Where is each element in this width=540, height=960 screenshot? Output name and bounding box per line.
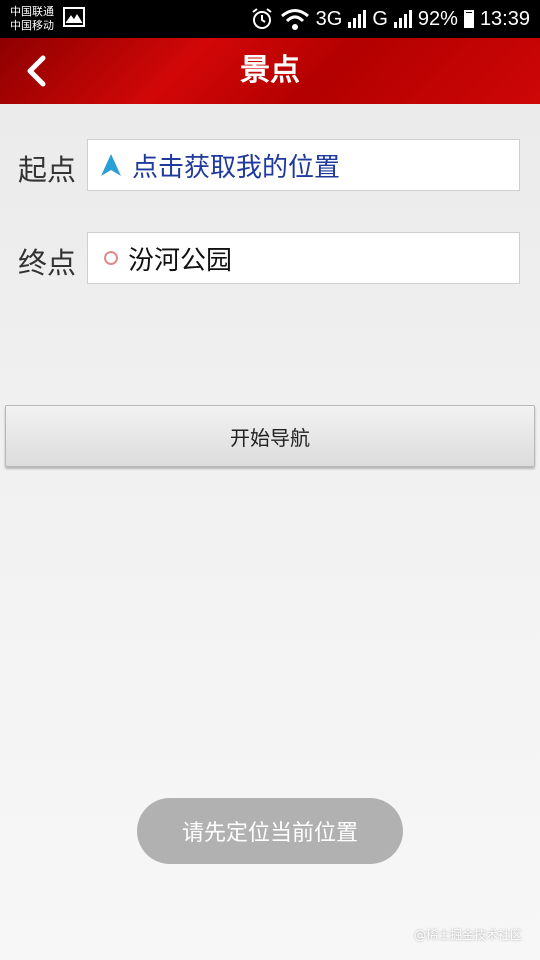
destination-field[interactable]: 汾河公园 (87, 232, 520, 284)
alarm-icon (252, 8, 272, 29)
circle-marker-icon (104, 251, 118, 265)
end-label: 终点 (18, 246, 77, 280)
carrier-info: 中国联通 中国移动 (10, 5, 54, 33)
start-location-value: 点击获取我的位置 (132, 152, 341, 183)
page-title: 景点 (240, 53, 300, 88)
watermark: @稀土掘金技术社区 (413, 928, 522, 942)
network-type-1: 3G (315, 7, 343, 30)
carrier-2: 中国移动 (10, 19, 54, 32)
start-location-field[interactable]: 点击获取我的位置 (87, 139, 520, 191)
battery-icon (463, 10, 474, 28)
navigation-arrow-icon (101, 154, 121, 176)
signal-icon-2 (393, 10, 412, 28)
wifi-icon (280, 9, 309, 30)
start-navigation-button[interactable]: 开始导航 (5, 405, 535, 467)
clock-time: 13:39 (479, 7, 530, 30)
signal-icon (348, 10, 367, 28)
status-bar: 中国联通 中国移动 3G G 92% 13:39 (0, 0, 540, 38)
title-bar: 景点 (0, 38, 540, 104)
battery-percent: 92% (417, 7, 458, 30)
gallery-icon (63, 7, 85, 27)
toast-message: 请先定位当前位置 (137, 798, 403, 864)
start-label: 起点 (18, 153, 77, 187)
destination-value: 汾河公园 (128, 245, 233, 276)
status-icons: 3G G 92% 13:39 (250, 0, 530, 38)
network-type-2: G (372, 7, 388, 30)
carrier-1: 中国联通 (10, 5, 54, 18)
